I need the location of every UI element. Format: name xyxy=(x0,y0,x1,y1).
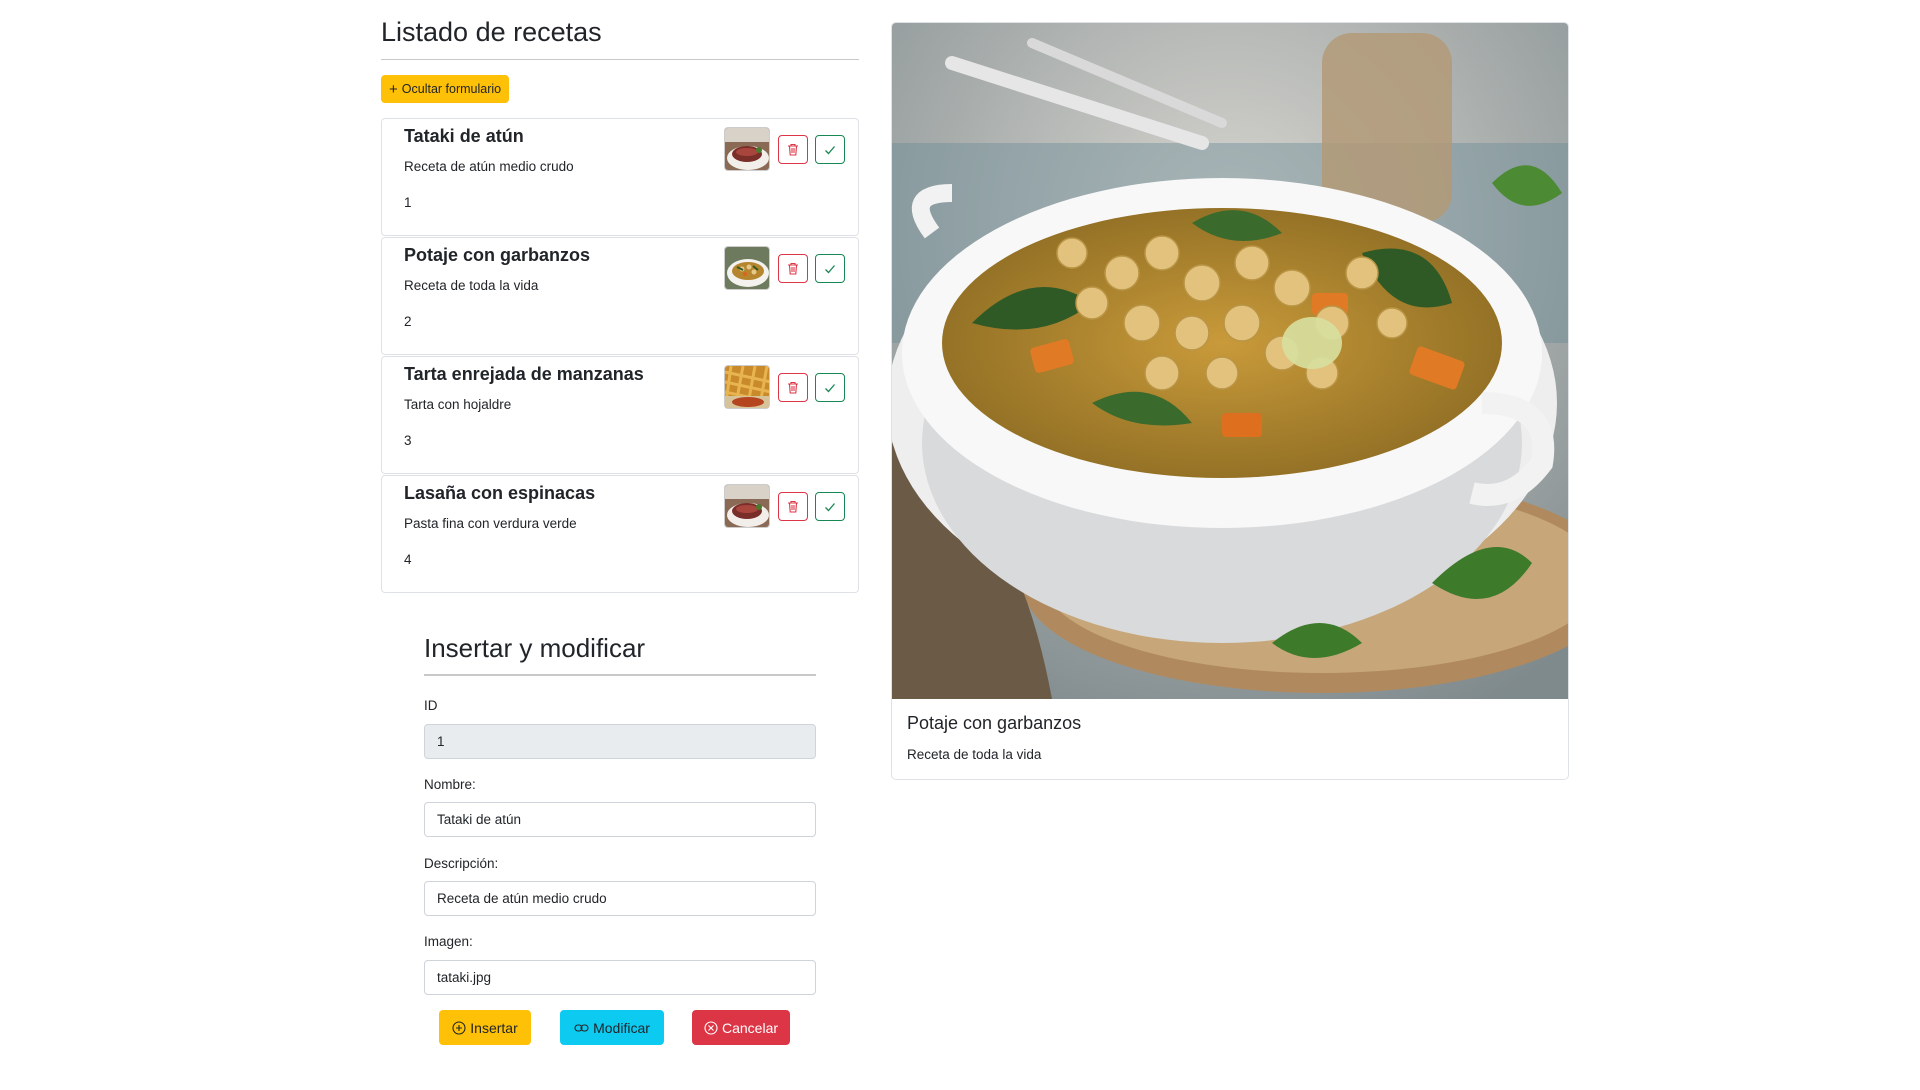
insert-button[interactable]: Insertar xyxy=(439,1010,531,1045)
x-circle-icon xyxy=(704,1020,718,1035)
select-button[interactable] xyxy=(815,135,845,164)
cancel-button[interactable]: Cancelar xyxy=(692,1010,790,1045)
trash-icon xyxy=(788,381,798,394)
page-title: Listado de recetas xyxy=(381,17,602,47)
detail-text: Receta de toda la vida xyxy=(907,747,1042,762)
image-field[interactable]: tataki.jpg xyxy=(424,960,816,995)
delete-button[interactable] xyxy=(778,254,808,283)
description-label: Descripción: xyxy=(424,856,499,871)
insert-label: Insertar xyxy=(470,1019,518,1036)
recipe-description: Receta de toda la vida xyxy=(404,278,539,293)
recipe-list: Tataki de atún Receta de atún medio crud… xyxy=(381,118,859,594)
id-field: 1 xyxy=(424,724,816,759)
recipe-id: 1 xyxy=(404,195,412,210)
check-icon xyxy=(825,264,835,273)
image-label: Imagen: xyxy=(424,934,473,949)
plus-circle-icon xyxy=(452,1020,466,1035)
select-button[interactable] xyxy=(815,254,845,283)
trash-icon xyxy=(788,262,798,275)
recipe-description: Tarta con hojaldre xyxy=(404,397,512,412)
recipe-id: 4 xyxy=(404,552,412,567)
modify-button[interactable]: Modificar xyxy=(560,1010,664,1045)
select-button[interactable] xyxy=(815,373,845,402)
recipe-name: Tataki de atún xyxy=(404,126,524,146)
select-button[interactable] xyxy=(815,492,845,521)
toggle-form-button[interactable]: + Ocultar formulario xyxy=(381,75,510,103)
detail-title: Potaje con garbanzos xyxy=(907,713,1082,733)
recipe-thumbnail xyxy=(724,484,770,528)
id-label: ID xyxy=(424,698,438,713)
list-item[interactable]: Tataki de atún Receta de atún medio crud… xyxy=(381,118,859,236)
recipe-name: Potaje con garbanzos xyxy=(404,245,591,265)
recipe-thumbnail xyxy=(724,365,770,409)
cancel-label: Cancelar xyxy=(721,1019,779,1036)
delete-button[interactable] xyxy=(778,135,808,164)
recipe-description: Pasta fina con verdura verde xyxy=(404,516,577,531)
toggle-form-label: Ocultar formulario xyxy=(401,82,502,96)
name-label: Nombre: xyxy=(424,777,476,792)
list-item[interactable]: Potaje con garbanzos Receta de toda la v… xyxy=(381,237,859,355)
recipe-list-column: Listado de recetas + Ocultar formulario … xyxy=(381,0,859,593)
recipe-detail-card: Potaje con garbanzos Receta de toda la v… xyxy=(891,22,1569,780)
list-item[interactable]: Lasaña con espinacas Pasta fina con verd… xyxy=(381,475,859,593)
recipe-image xyxy=(892,23,1568,699)
plus-icon: + xyxy=(389,80,398,98)
trash-icon xyxy=(788,500,798,513)
form-title: Insertar y modificar xyxy=(424,633,646,663)
delete-button[interactable] xyxy=(778,373,808,402)
form-divider xyxy=(424,674,816,676)
check-icon xyxy=(825,502,835,511)
name-field[interactable]: Tataki de atún xyxy=(424,802,816,837)
list-item[interactable]: Tarta enrejada de manzanas Tarta con hoj… xyxy=(381,356,859,474)
check-icon xyxy=(825,383,835,392)
description-field[interactable]: Receta de atún medio crudo xyxy=(424,881,816,916)
recipe-thumbnail xyxy=(724,246,770,290)
recipe-id: 3 xyxy=(404,433,412,448)
recipe-thumbnail xyxy=(724,127,770,171)
recipe-form: Insertar y modificar ID 1 Nombre: Tataki… xyxy=(424,632,816,995)
recipe-name: Tarta enrejada de manzanas xyxy=(404,364,644,384)
recipe-description: Receta de atún medio crudo xyxy=(404,159,574,174)
title-divider xyxy=(381,59,859,60)
trash-icon xyxy=(788,143,798,156)
delete-button[interactable] xyxy=(778,492,808,521)
check-icon xyxy=(825,145,835,154)
modify-label: Modificar xyxy=(593,1019,650,1036)
link-icon xyxy=(574,1023,589,1032)
recipe-id: 2 xyxy=(404,314,412,329)
recipe-name: Lasaña con espinacas xyxy=(404,483,596,503)
